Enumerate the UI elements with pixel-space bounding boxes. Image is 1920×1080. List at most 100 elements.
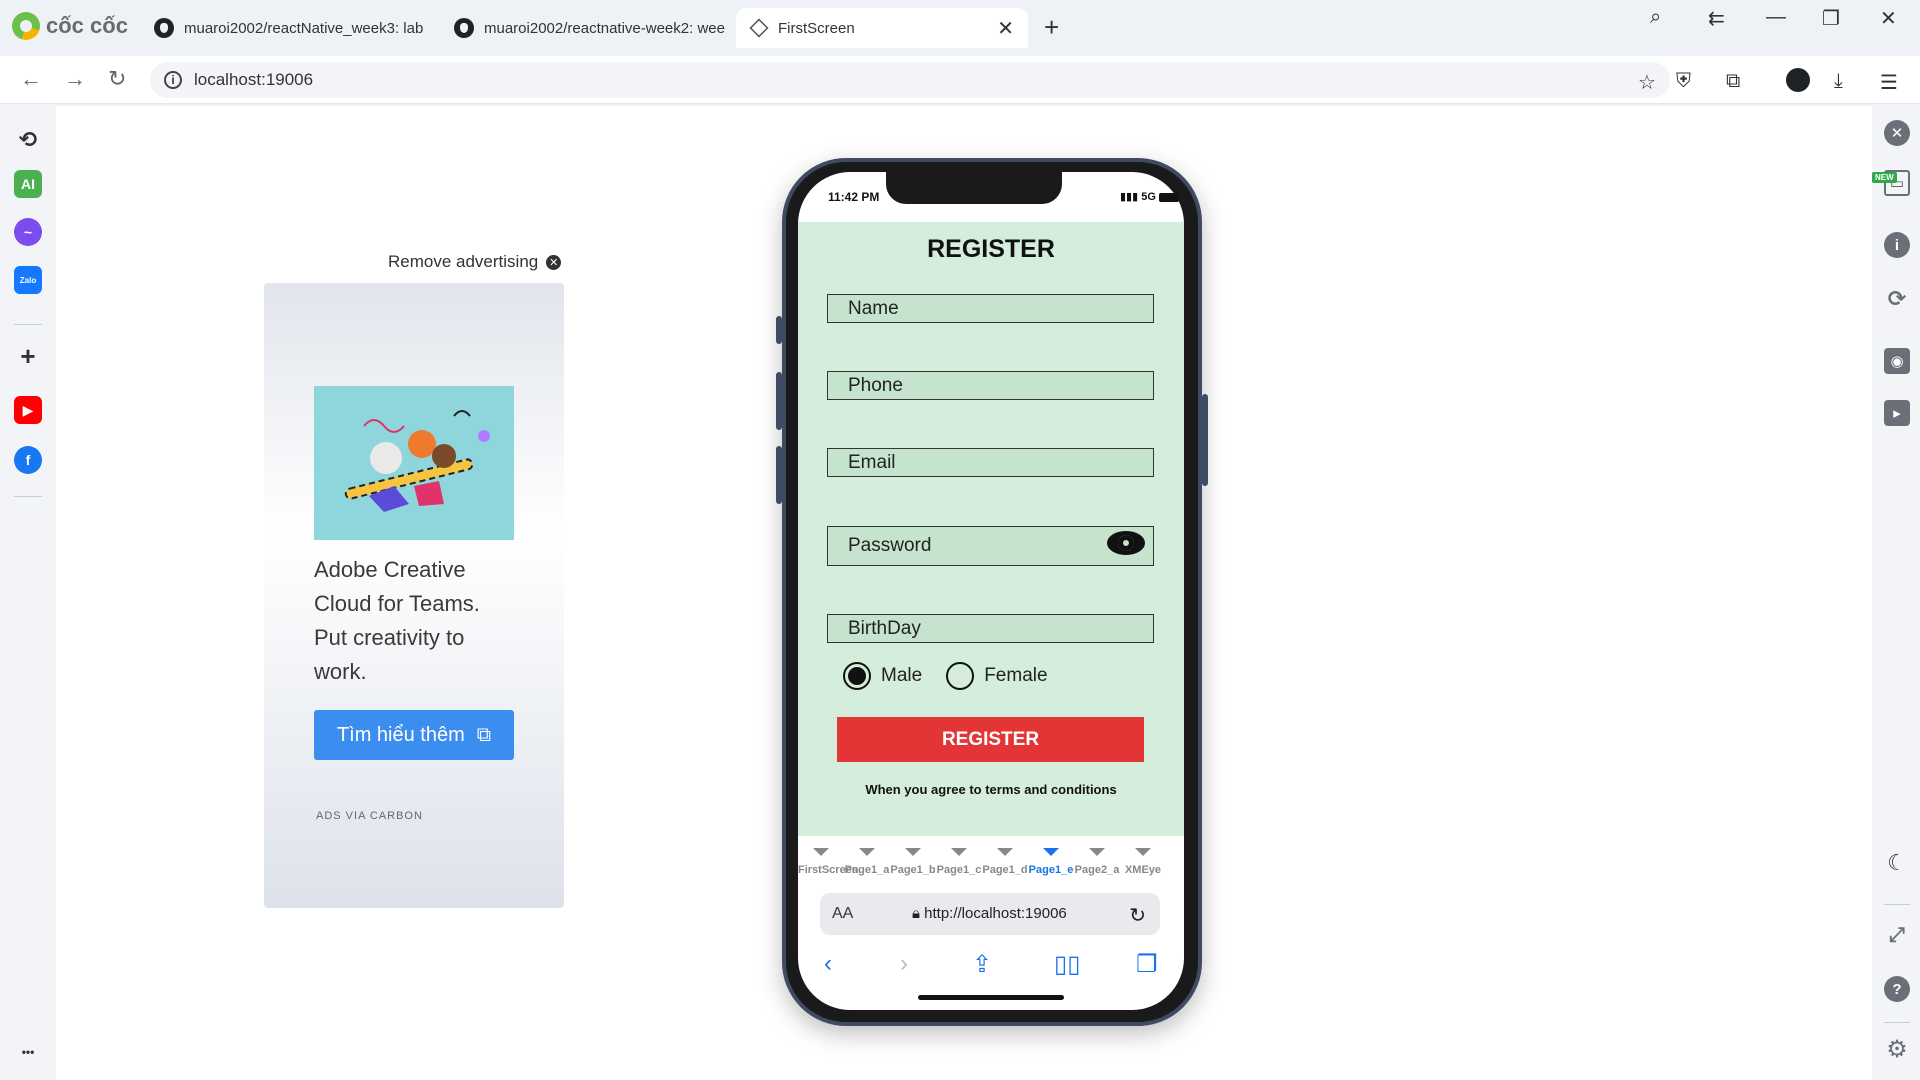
close-icon[interactable]: ✕ xyxy=(1884,120,1910,146)
birthday-placeholder: BirthDay xyxy=(848,617,921,639)
email-field[interactable]: Email xyxy=(827,448,1154,477)
facebook-icon[interactable]: f xyxy=(14,446,42,474)
phone-placeholder: Phone xyxy=(848,374,903,396)
password-field[interactable]: Password xyxy=(827,526,1154,566)
right-sidebar: ✕ ▭ NEW i ⟳ ◉ ▸ ☾ ⤢ ? ⚙ xyxy=(1872,104,1920,1080)
youtube-icon[interactable]: ▶ xyxy=(14,396,42,424)
window-close-icon[interactable]: ✕ xyxy=(1880,6,1897,31)
messenger-icon[interactable]: ~ xyxy=(14,218,42,246)
gear-icon[interactable]: ⚙ xyxy=(1884,1036,1910,1063)
sidebar-divider xyxy=(1884,904,1910,905)
add-icon[interactable]: + xyxy=(14,341,42,371)
safari-forward-icon[interactable]: › xyxy=(900,950,908,978)
star-icon[interactable]: ☆ xyxy=(1638,70,1656,95)
phone-field[interactable]: Phone xyxy=(827,371,1154,400)
forward-icon[interactable]: → xyxy=(64,66,86,92)
status-time: 11:42 PM xyxy=(828,190,880,204)
lock-icon: 🔒︎ xyxy=(912,905,920,922)
download-icon[interactable]: ⤓ xyxy=(1834,70,1843,93)
gender-radio-group: Male Female xyxy=(843,662,1048,690)
history-icon[interactable]: ⟲ xyxy=(14,126,42,154)
sidebar-divider xyxy=(14,324,42,325)
safari-bookmarks-icon[interactable]: ▯▯ xyxy=(1054,950,1080,979)
reader-aa-button[interactable]: AA xyxy=(832,905,853,923)
tab-nav-label: XMEye xyxy=(1124,864,1162,876)
tab-firstscreen[interactable]: FirstScreen ✕ xyxy=(736,8,1028,48)
tab-nav-label: Page1_c xyxy=(936,864,982,876)
female-radio[interactable] xyxy=(946,662,975,690)
profile-avatar[interactable] xyxy=(1786,68,1810,92)
back-icon[interactable]: ← xyxy=(20,66,42,92)
ad-description[interactable]: Adobe Creative Cloud for Teams. Put crea… xyxy=(314,553,514,689)
menu-icon[interactable]: ☰ xyxy=(1880,70,1898,95)
external-link-icon: ⧉ xyxy=(476,723,492,746)
remove-advertising-link[interactable]: Remove advertising ✕ xyxy=(388,252,562,272)
sidebar-divider xyxy=(14,496,42,497)
tab-nav-page1-d[interactable]: Page1_d xyxy=(982,848,1028,876)
site-info-icon[interactable]: i xyxy=(164,71,182,89)
coccoc-logo-icon xyxy=(12,12,40,40)
tab-nav-page1-c[interactable]: Page1_c xyxy=(936,848,982,876)
remove-advertising-label: Remove advertising xyxy=(388,252,539,271)
tab-close-icon[interactable]: ✕ xyxy=(997,16,1014,41)
tab-title: FirstScreen xyxy=(778,19,855,37)
tab-nav-page1-e[interactable]: Page1_e xyxy=(1028,848,1074,876)
tab-nav-label: Page1_a xyxy=(844,864,890,876)
register-button[interactable]: REGISTER xyxy=(837,717,1144,762)
tab-github-week2[interactable]: muaroi2002/reactnative-week2: wee xyxy=(440,8,735,48)
male-radio[interactable] xyxy=(843,662,871,690)
minimize-icon[interactable]: — xyxy=(1766,6,1786,29)
safari-url-text: 🔒︎ http://localhost:19006 xyxy=(912,905,1067,922)
phone-notch xyxy=(886,172,1062,204)
tab-nav-page1-b[interactable]: Page1_b xyxy=(890,848,936,876)
screen-tab-nav: FirstScreen Page1_a Page1_b Page1_c Page… xyxy=(798,836,1184,888)
ai-icon[interactable]: AI xyxy=(14,170,42,198)
info-icon[interactable]: i xyxy=(1884,232,1910,258)
safari-address-bar[interactable]: AA 🔒︎ http://localhost:19006 ↻ xyxy=(820,893,1160,935)
tab-nav-label: Page1_b xyxy=(890,864,936,876)
phone-side-button xyxy=(776,446,782,504)
browser-logo[interactable]: cốc cốc xyxy=(12,12,128,40)
tab-nav-firstscreen[interactable]: FirstScreen xyxy=(798,848,859,876)
shield-extension-icon[interactable]: ⛨ xyxy=(1676,70,1691,93)
tab-nav-xmeye[interactable]: XMEye xyxy=(1120,848,1166,876)
expo-icon xyxy=(749,18,769,38)
tab-nav-page1-a[interactable]: Page1_a xyxy=(844,848,890,876)
eye-icon[interactable] xyxy=(1107,531,1145,555)
rotate-icon[interactable]: ⟳ xyxy=(1884,286,1910,312)
moon-icon[interactable]: ☾ xyxy=(1884,850,1910,876)
safari-back-icon[interactable]: ‹ xyxy=(824,950,832,978)
safari-reload-icon[interactable]: ↻ xyxy=(1129,903,1146,928)
reload-icon[interactable]: ↻ xyxy=(108,66,126,92)
chevron-down-icon xyxy=(1135,848,1151,856)
more-icon[interactable]: ••• xyxy=(14,1038,42,1066)
address-text: localhost:19006 xyxy=(194,70,314,89)
ad-illustration[interactable] xyxy=(314,386,514,540)
name-placeholder: Name xyxy=(848,297,899,319)
tab-history-icon[interactable]: ⇇ xyxy=(1708,6,1725,31)
help-icon[interactable]: ? xyxy=(1884,976,1910,1002)
video-icon[interactable]: ▸ xyxy=(1884,400,1910,426)
tab-github-week3[interactable]: muaroi2002/reactNative_week3: lab xyxy=(140,8,435,48)
camera-icon[interactable]: ◉ xyxy=(1884,348,1910,374)
tab-nav-page2-a[interactable]: Page2_a xyxy=(1074,848,1120,876)
zalo-icon[interactable]: Zalo xyxy=(14,266,42,294)
extensions-icon[interactable]: ⧉ xyxy=(1726,70,1740,93)
female-label: Female xyxy=(984,665,1048,686)
chevron-down-icon xyxy=(1043,848,1059,856)
share-icon[interactable]: ⤢ xyxy=(1884,922,1910,948)
address-bar[interactable]: i localhost:19006 xyxy=(150,62,1670,98)
search-tabs-icon[interactable]: ⌕ xyxy=(1650,6,1661,29)
left-sidebar: ⟲ AI ~ Zalo + ▶ f ••• xyxy=(0,104,56,1080)
safari-share-icon[interactable]: ⇪ xyxy=(972,950,992,979)
network-label: 5G xyxy=(1141,191,1156,203)
learn-more-button[interactable]: Tìm hiểu thêm ⧉ xyxy=(314,710,514,760)
birthday-field[interactable]: BirthDay xyxy=(827,614,1154,643)
maximize-icon[interactable]: ❐ xyxy=(1822,6,1840,31)
battery-icon xyxy=(1158,192,1179,202)
safari-tabs-icon[interactable]: ❐ xyxy=(1136,950,1158,979)
ads-via-carbon-link[interactable]: ADS VIA CARBON xyxy=(316,810,423,822)
name-field[interactable]: Name xyxy=(827,294,1154,323)
new-tab-button[interactable]: + xyxy=(1044,12,1059,43)
chevron-down-icon xyxy=(997,848,1013,856)
